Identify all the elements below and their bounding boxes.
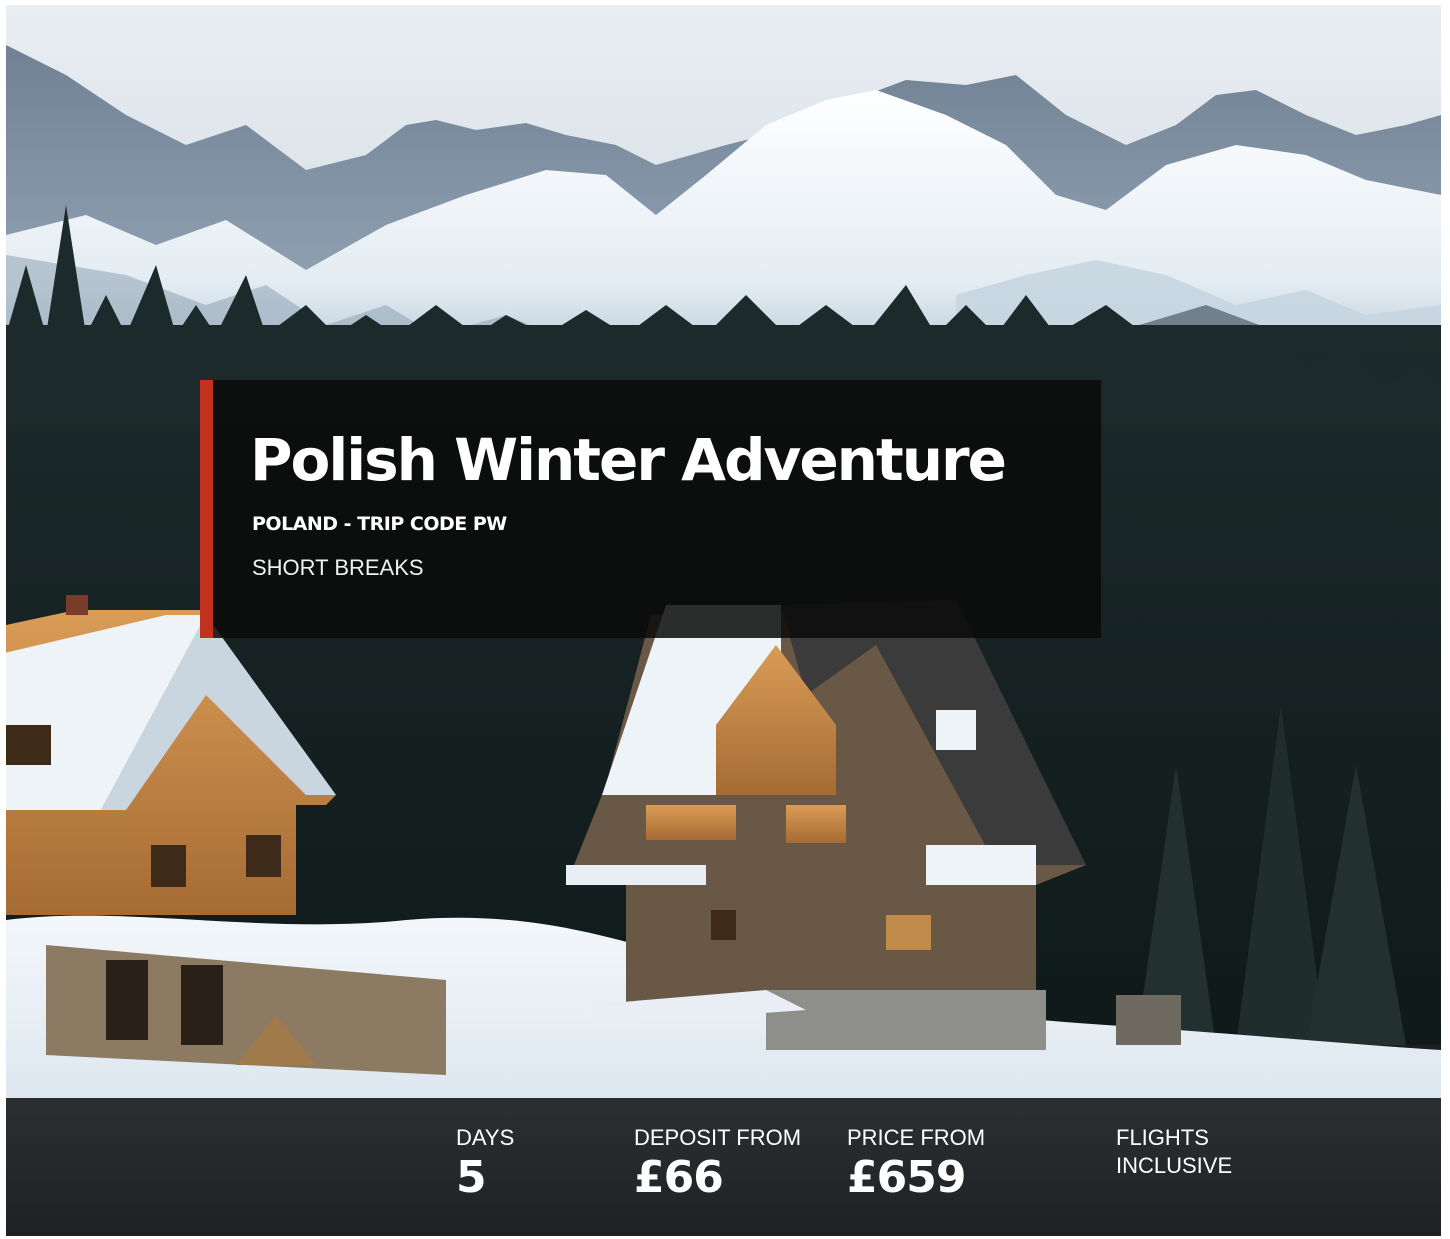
stat-days-value: 5 xyxy=(456,1152,487,1203)
accent-bar xyxy=(200,380,213,638)
stat-price-value: £659 xyxy=(847,1152,966,1203)
trip-subtitle: POLAND - TRIP CODE PW xyxy=(252,513,507,535)
trip-title-panel: Polish Winter Adventure POLAND - TRIP CO… xyxy=(200,380,1101,638)
stat-deposit: DEPOSIT FROM £66 xyxy=(634,1124,801,1204)
stat-days-label: DAYS xyxy=(456,1125,515,1150)
trip-category: SHORT BREAKS xyxy=(252,555,424,580)
stat-price-label: PRICE FROM xyxy=(847,1125,986,1150)
trip-stats-bar: DAYS 5 DEPOSIT FROM £66 PRICE FROM £659 … xyxy=(6,1098,1441,1236)
stat-days: DAYS 5 xyxy=(456,1124,514,1204)
stat-deposit-label: DEPOSIT FROM xyxy=(634,1125,802,1150)
stat-price: PRICE FROM £659 xyxy=(847,1124,985,1204)
stat-flights-line1: FLIGHTS xyxy=(1116,1125,1209,1150)
trip-title: Polish Winter Adventure xyxy=(250,426,1007,494)
stat-flights: FLIGHTS INCLUSIVE xyxy=(1116,1124,1232,1180)
stat-deposit-value: £66 xyxy=(634,1152,724,1203)
stat-flights-line2: INCLUSIVE xyxy=(1116,1153,1233,1178)
trip-hero: Polish Winter Adventure POLAND - TRIP CO… xyxy=(6,5,1441,1236)
